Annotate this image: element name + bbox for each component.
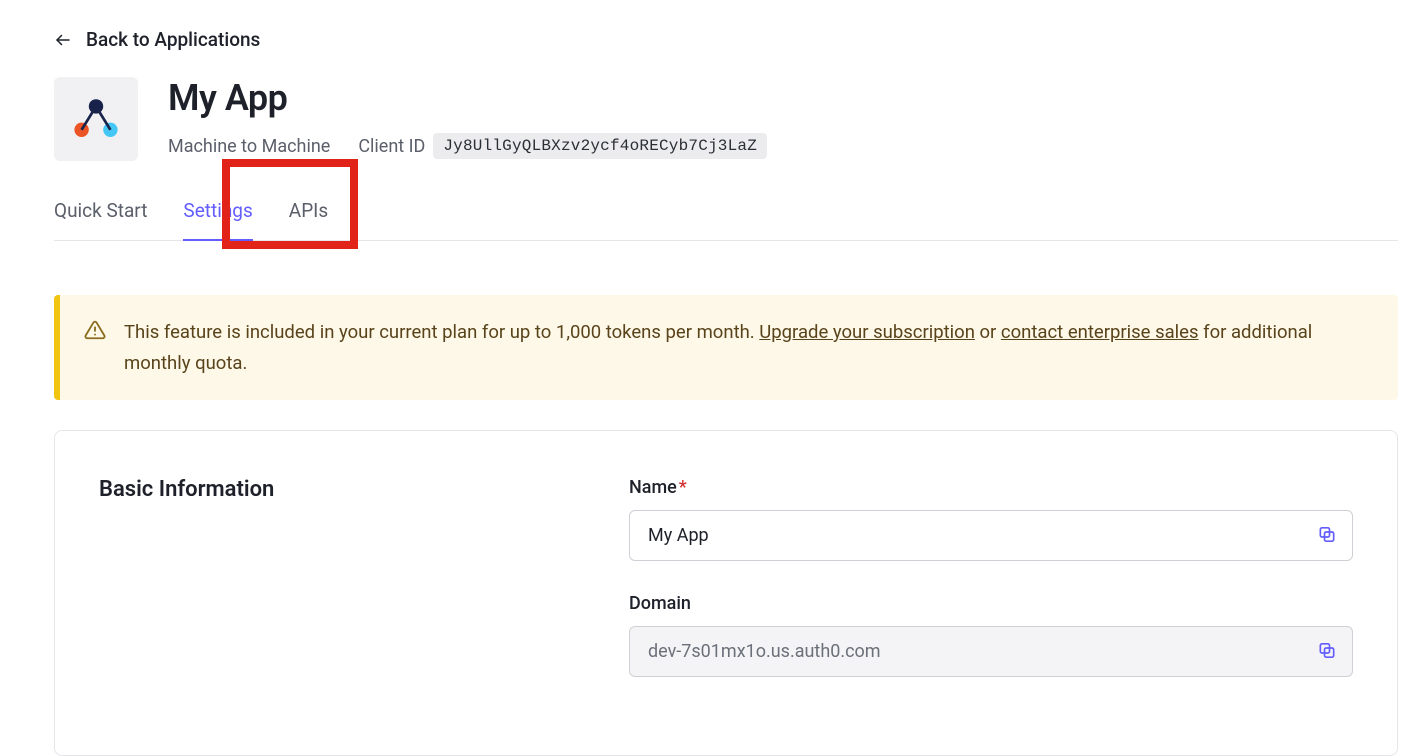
name-label: Name* [629, 477, 1353, 498]
client-id-value[interactable]: Jy8UllGyQLBXzv2ycf4oRECyb7Cj3LaZ [433, 133, 767, 159]
required-indicator: * [679, 477, 687, 498]
alert-text: This feature is included in your current… [124, 317, 1374, 378]
tab-settings[interactable]: Settings [183, 199, 252, 240]
basic-information-card: Basic Information Name* Domain [54, 430, 1398, 756]
back-to-applications-link[interactable]: Back to Applications [54, 28, 260, 51]
app-logo-icon [69, 92, 123, 146]
copy-icon [1317, 640, 1337, 660]
tab-apis[interactable]: APIs [289, 199, 328, 240]
copy-name-button[interactable] [1311, 518, 1343, 553]
warning-icon [84, 319, 106, 378]
field-name: Name* [629, 477, 1353, 561]
back-label: Back to Applications [86, 28, 260, 51]
app-header-text: My App Machine to Machine Client ID Jy8U… [168, 77, 767, 159]
quota-alert: This feature is included in your current… [54, 295, 1398, 400]
domain-label: Domain [629, 593, 1353, 614]
app-subline: Machine to Machine Client ID Jy8UllGyQLB… [168, 133, 767, 159]
domain-input[interactable] [629, 626, 1353, 677]
section-heading-basic-info: Basic Information [99, 477, 589, 502]
client-id-label: Client ID [358, 136, 425, 157]
app-logo [54, 77, 138, 161]
app-header: My App Machine to Machine Client ID Jy8U… [54, 77, 1398, 161]
copy-icon [1317, 524, 1337, 544]
arrow-left-icon [54, 31, 72, 49]
copy-domain-button[interactable] [1311, 634, 1343, 669]
client-id-wrap: Client ID Jy8UllGyQLBXzv2ycf4oRECyb7Cj3L… [358, 133, 767, 159]
app-title: My App [168, 77, 767, 119]
tabs: Quick Start Settings APIs [54, 199, 1398, 241]
contact-sales-link[interactable]: contact enterprise sales [1001, 321, 1199, 343]
field-domain: Domain [629, 593, 1353, 677]
tab-quick-start[interactable]: Quick Start [54, 199, 147, 240]
app-type: Machine to Machine [168, 136, 330, 157]
name-input[interactable] [629, 510, 1353, 561]
upgrade-subscription-link[interactable]: Upgrade your subscription [759, 321, 975, 343]
